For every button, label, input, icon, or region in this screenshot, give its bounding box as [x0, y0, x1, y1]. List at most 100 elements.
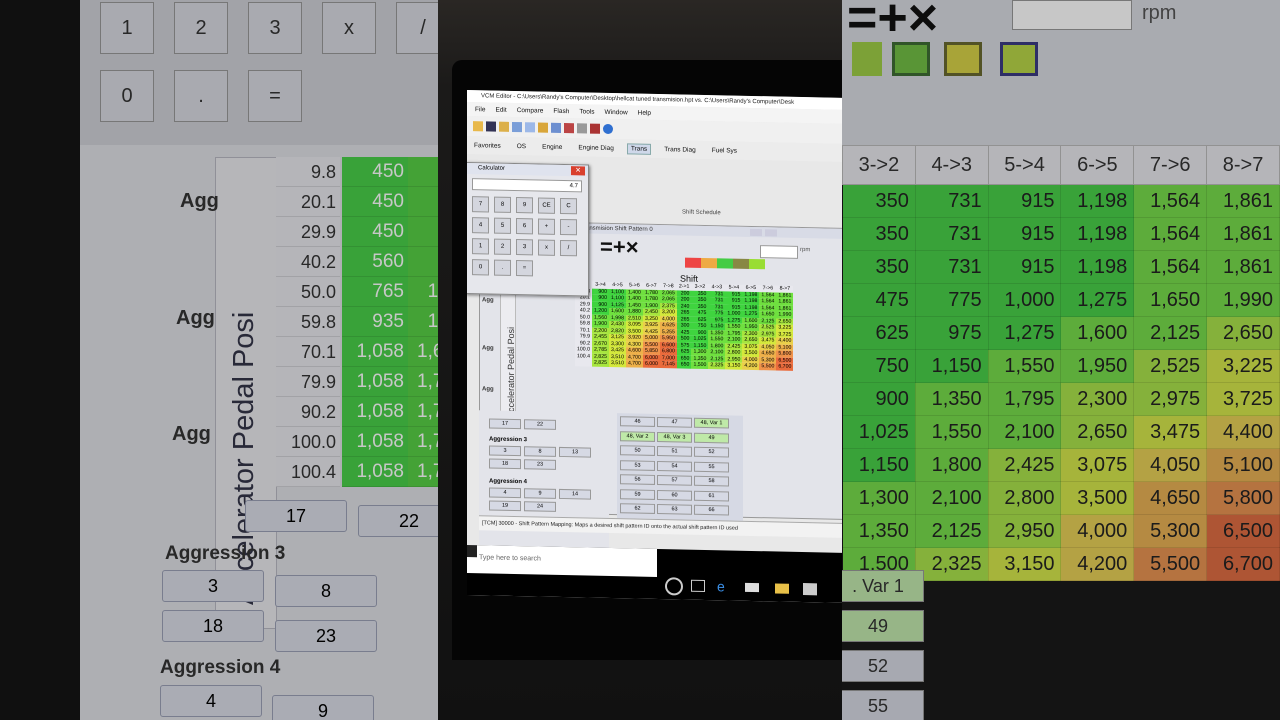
- pattern-button[interactable]: 60: [657, 489, 692, 501]
- grid-cell[interactable]: 6,500: [1206, 514, 1280, 548]
- grid-cell[interactable]: 1,950: [1060, 349, 1135, 383]
- pattern-button[interactable]: 23: [275, 620, 377, 652]
- grid-cell[interactable]: 625: [842, 316, 916, 350]
- pattern-button[interactable]: 50: [620, 445, 655, 457]
- grid-cell[interactable]: 3,225: [776, 324, 794, 332]
- search-box[interactable]: Type here to search: [467, 545, 657, 577]
- grid-cell[interactable]: 3,225: [1206, 349, 1280, 383]
- calc-key[interactable]: C: [560, 197, 577, 215]
- pattern-button[interactable]: 54: [657, 460, 692, 472]
- eraser-icon[interactable]: [577, 123, 587, 134]
- grid-cell[interactable]: 775: [914, 283, 989, 317]
- minimize-button[interactable]: [750, 228, 762, 237]
- grid-cell[interactable]: 6,700: [776, 363, 794, 371]
- grid-cell[interactable]: 1,800: [914, 448, 989, 482]
- calc-key[interactable]: /: [396, 2, 438, 54]
- grid-cell[interactable]: 1,400: [625, 295, 643, 303]
- grid-cell[interactable]: 2,065: [659, 296, 677, 303]
- grid-cell[interactable]: 9: [408, 247, 438, 277]
- grid-cell[interactable]: 2,425: [987, 448, 1062, 482]
- grid-cell[interactable]: 2,100: [708, 349, 726, 356]
- grid-cell[interactable]: 731: [914, 184, 989, 218]
- menu-item[interactable]: Tools: [579, 108, 594, 115]
- grid-cell[interactable]: 3,150: [987, 547, 1062, 581]
- grid-cell[interactable]: 915: [987, 184, 1062, 218]
- pattern-button[interactable]: 47: [657, 416, 692, 428]
- grid-cell[interactable]: 2,800: [725, 349, 743, 357]
- grid-cell[interactable]: 915: [987, 217, 1062, 251]
- grid-cell[interactable]: 2,825: [591, 359, 609, 367]
- calc-key[interactable]: =: [248, 70, 302, 122]
- grid-cell[interactable]: 560: [342, 247, 408, 277]
- grid-cell[interactable]: 2,100: [725, 336, 743, 344]
- calc-key[interactable]: +: [538, 218, 555, 235]
- start-icon[interactable]: [467, 545, 477, 558]
- pattern-button[interactable]: 14: [559, 488, 591, 500]
- calc-key[interactable]: .: [494, 259, 511, 276]
- pattern-button[interactable]: 53: [620, 459, 655, 471]
- pattern-button[interactable]: 46: [620, 416, 655, 427]
- grid-cell[interactable]: 2,950: [987, 514, 1062, 548]
- grid-cell[interactable]: 350: [842, 250, 916, 284]
- edge-icon[interactable]: e: [717, 578, 725, 594]
- pattern-button[interactable]: 51: [657, 446, 692, 457]
- grid-cell[interactable]: 1,198: [1060, 184, 1135, 218]
- grid-cell[interactable]: 2,455: [591, 333, 609, 341]
- pattern-button[interactable]: 4: [489, 487, 521, 499]
- calc-key[interactable]: CE: [538, 197, 555, 214]
- calc-key[interactable]: 9: [516, 197, 533, 214]
- grid-cell[interactable]: 1,780: [642, 295, 660, 303]
- pattern-button[interactable]: 3: [162, 570, 264, 602]
- grid-cell[interactable]: 1,058: [342, 367, 408, 397]
- calc-key[interactable]: =: [516, 260, 533, 277]
- pattern-button[interactable]: 22: [524, 419, 556, 430]
- pattern-button[interactable]: 8: [524, 446, 556, 457]
- grid-cell[interactable]: 1,500: [691, 361, 709, 369]
- folder-icon[interactable]: [499, 121, 509, 132]
- grid-cell[interactable]: 5,500: [759, 363, 777, 370]
- pattern-button[interactable]: 17: [489, 418, 521, 430]
- grid-cell[interactable]: 2,800: [987, 481, 1062, 515]
- pattern-button[interactable]: 66: [694, 505, 729, 516]
- cross-icon[interactable]: [892, 42, 930, 76]
- file-explorer-icon[interactable]: [775, 583, 789, 594]
- pattern-button[interactable]: 52: [842, 650, 924, 682]
- open-icon[interactable]: [473, 121, 483, 132]
- grid-cell[interactable]: 6: [408, 157, 438, 187]
- grid-cell[interactable]: 1,75: [408, 427, 438, 457]
- grid-cell[interactable]: 1,550: [914, 415, 989, 449]
- calc-key[interactable]: 2: [174, 2, 228, 54]
- grid-cell[interactable]: 450: [342, 217, 408, 247]
- grid-cell[interactable]: 1,350: [842, 514, 916, 548]
- maximize-button[interactable]: [765, 229, 777, 237]
- grid-cell[interactable]: 3,150: [725, 362, 743, 370]
- grid-cell[interactable]: 1,600: [608, 307, 626, 315]
- grid-cell[interactable]: 2,650: [742, 336, 760, 344]
- grid-cell[interactable]: 4,200: [742, 362, 760, 370]
- store-icon[interactable]: [803, 583, 817, 596]
- grid-cell[interactable]: 3,920: [625, 334, 643, 342]
- pattern-button[interactable]: 13: [559, 446, 591, 458]
- grid-cell[interactable]: 2,325: [708, 362, 726, 369]
- grid-cell[interactable]: 650: [676, 361, 692, 369]
- grid-cell[interactable]: 1,564: [1133, 184, 1208, 218]
- grid-cell[interactable]: 765: [342, 277, 408, 307]
- grid-cell[interactable]: 3,925: [642, 321, 660, 329]
- menu-item[interactable]: Flash: [553, 107, 569, 114]
- grid-cell[interactable]: 1,861: [776, 298, 794, 306]
- grid-cell[interactable]: 5,000: [642, 334, 660, 342]
- pattern-button[interactable]: . Var 1: [842, 570, 924, 602]
- grid-cell[interactable]: 935: [342, 307, 408, 337]
- grid-cell[interactable]: 750: [842, 349, 916, 383]
- grid-cell[interactable]: 4,650: [759, 350, 777, 357]
- grid-cell[interactable]: 3,125: [608, 333, 626, 341]
- grid-cell[interactable]: 4,000: [1060, 514, 1135, 548]
- grid-cell[interactable]: 2,100: [987, 415, 1062, 449]
- grid-cell[interactable]: 3,500: [1060, 481, 1135, 515]
- grid-cell[interactable]: 1,990: [776, 311, 794, 319]
- grid-cell[interactable]: 4,650: [1133, 481, 1208, 515]
- pattern-button[interactable]: 18: [489, 458, 521, 470]
- grid-cell[interactable]: 1,550: [987, 349, 1062, 383]
- grid-cell[interactable]: 3,510: [608, 359, 626, 367]
- grid-cell[interactable]: 2,125: [1133, 316, 1208, 350]
